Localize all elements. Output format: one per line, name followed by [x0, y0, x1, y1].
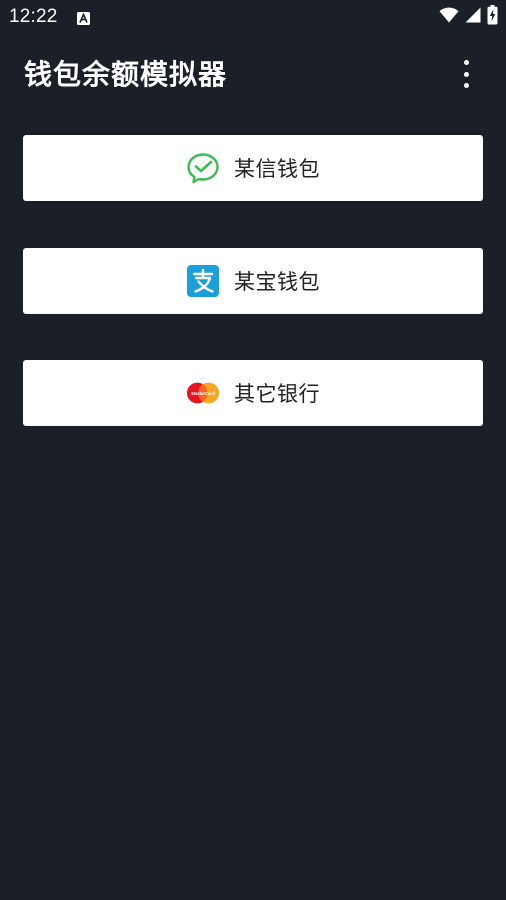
wechat-icon: [186, 151, 220, 185]
status-time: 12:22: [9, 6, 58, 27]
wifi-icon: [439, 7, 459, 27]
alipay-wallet-button[interactable]: 某宝钱包: [23, 248, 483, 314]
page-title: 钱包余额模拟器: [24, 58, 228, 91]
other-bank-button[interactable]: MasterCard 其它银行: [23, 360, 483, 426]
wallet-label: 其它银行: [234, 382, 320, 406]
wallet-label: 某宝钱包: [234, 270, 320, 294]
alipay-icon: [186, 264, 220, 298]
app-bar: 钱包余额模拟器: [0, 34, 506, 114]
wallet-label: 某信钱包: [234, 157, 320, 181]
mastercard-icon: MasterCard: [186, 376, 220, 410]
menu-dot: [463, 60, 469, 65]
menu-dot: [463, 71, 469, 77]
svg-text:MasterCard: MasterCard: [191, 391, 215, 396]
more-vert-icon[interactable]: [456, 60, 476, 88]
status-icons: [439, 5, 498, 29]
notification-a-icon: [77, 10, 90, 25]
status-bar: 12:22: [0, 0, 506, 34]
battery-charging-icon: [487, 5, 498, 29]
wechat-wallet-button[interactable]: 某信钱包: [23, 135, 483, 201]
signal-icon: [465, 7, 481, 27]
menu-dot: [463, 83, 469, 88]
